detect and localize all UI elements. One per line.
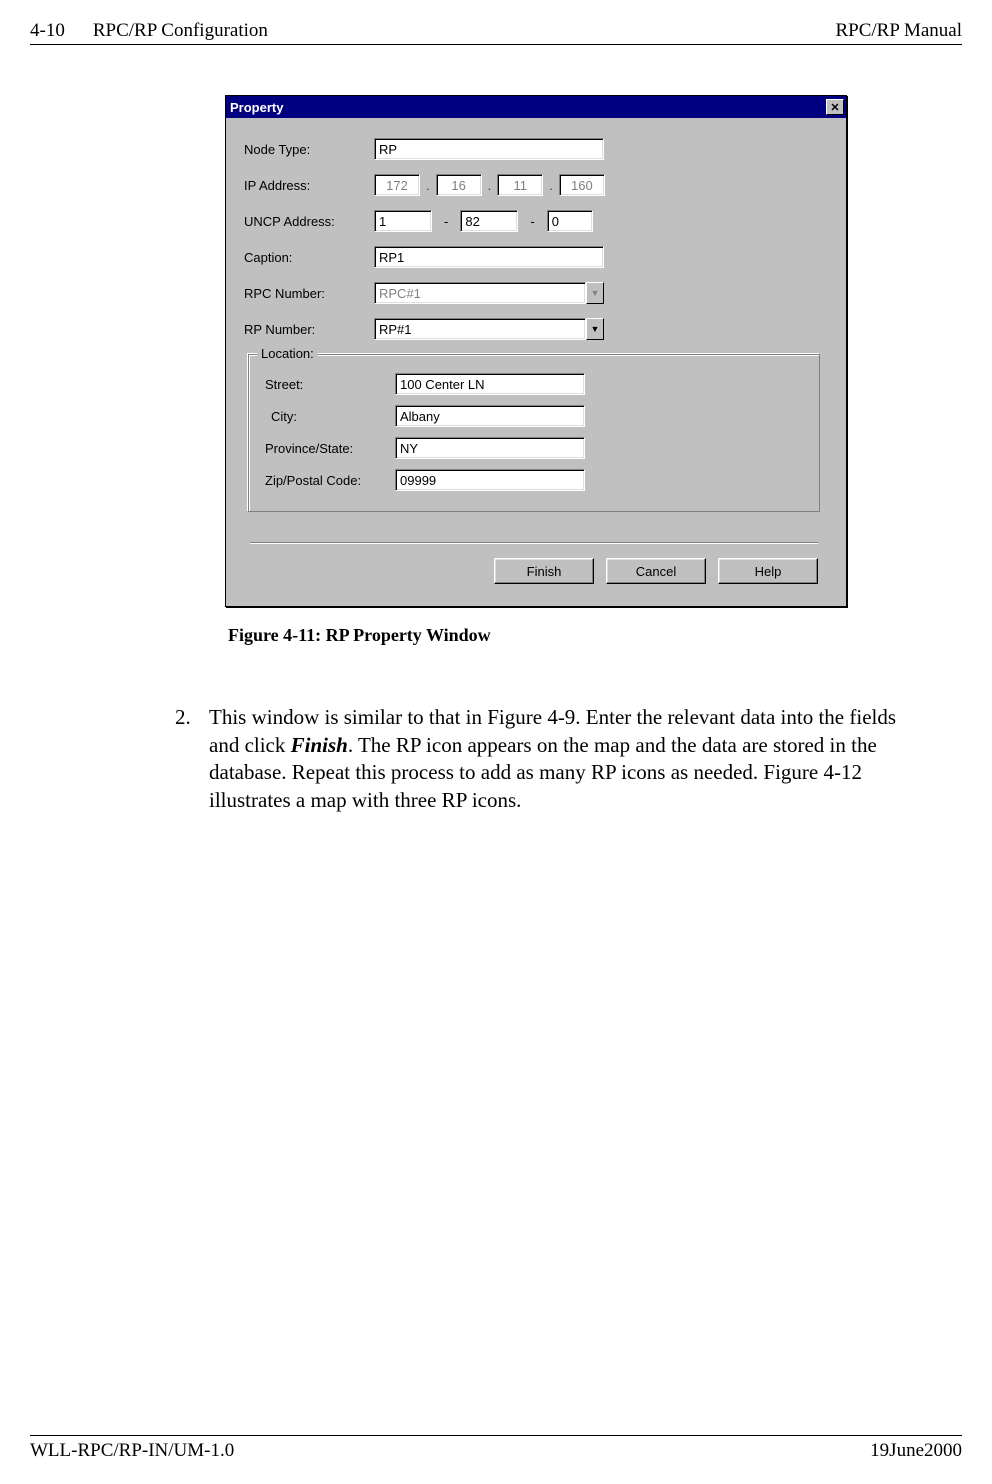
uncp-address-label: UNCP Address: — [244, 214, 374, 229]
list-number: 2. — [175, 704, 209, 815]
rp-number-combo[interactable]: RP#1 ▼ — [374, 318, 604, 340]
ip-seg-3: 11 — [497, 174, 543, 196]
dialog-screenshot: Property ✕ Node Type: RP IP Address: 172… — [225, 95, 847, 607]
city-label: City: — [265, 409, 395, 424]
body-text: 2. This window is similar to that in Fig… — [175, 704, 922, 815]
page-header: 4-10 RPC/RP Configuration RPC/RP Manual — [30, 20, 962, 45]
location-group-label: Location: — [257, 346, 318, 361]
city-input[interactable]: Albany — [395, 405, 585, 427]
zip-label: Zip/Postal Code: — [265, 473, 395, 488]
chevron-down-icon: ▼ — [586, 282, 604, 304]
close-icon[interactable]: ✕ — [826, 99, 844, 115]
chevron-down-icon[interactable]: ▼ — [586, 318, 604, 340]
separator — [250, 542, 818, 544]
uncp-seg-1[interactable]: 1 — [374, 210, 432, 232]
street-input[interactable]: 100 Center LN — [395, 373, 585, 395]
finish-button[interactable]: Finish — [494, 558, 594, 584]
figure-caption: Figure 4-11: RP Property Window — [228, 625, 962, 646]
page-footer: WLL-RPC/RP-IN/UM-1.0 19June2000 — [30, 1435, 962, 1462]
province-input[interactable]: NY — [395, 437, 585, 459]
titlebar: Property ✕ — [226, 96, 846, 118]
uncp-seg-2[interactable]: 82 — [460, 210, 518, 232]
caption-input[interactable]: RP1 — [374, 246, 604, 268]
node-type-label: Node Type: — [244, 142, 374, 157]
rpc-number-label: RPC Number: — [244, 286, 374, 301]
help-button[interactable]: Help — [718, 558, 818, 584]
rp-number-label: RP Number: — [244, 322, 374, 337]
zip-input[interactable]: 09999 — [395, 469, 585, 491]
footer-right: 19June2000 — [870, 1440, 962, 1462]
ip-seg-4: 160 — [559, 174, 605, 196]
uncp-seg-3[interactable]: 0 — [547, 210, 593, 232]
header-manual: RPC/RP Manual — [835, 20, 962, 42]
dialog-title: Property — [230, 100, 283, 115]
province-label: Province/State: — [265, 441, 395, 456]
ip-address-label: IP Address: — [244, 178, 374, 193]
header-page-num: 4-10 — [30, 20, 65, 42]
property-dialog: Property ✕ Node Type: RP IP Address: 172… — [225, 95, 847, 607]
rpc-number-value: RPC#1 — [374, 282, 586, 304]
list-content: This window is similar to that in Figure… — [209, 704, 922, 815]
cancel-button[interactable]: Cancel — [606, 558, 706, 584]
street-label: Street: — [265, 377, 395, 392]
rp-number-value[interactable]: RP#1 — [374, 318, 586, 340]
ip-seg-2: 16 — [436, 174, 482, 196]
ip-address-input: 172 . 16 . 11 . 160 — [374, 174, 605, 196]
ip-seg-1: 172 — [374, 174, 420, 196]
node-type-input[interactable]: RP — [374, 138, 604, 160]
header-section: RPC/RP Configuration — [93, 20, 268, 42]
uncp-address-input[interactable]: 1 - 82 - 0 — [374, 210, 593, 232]
location-groupbox: Location: Street: 100 Center LN City: Al… — [248, 354, 820, 512]
rpc-number-combo: RPC#1 ▼ — [374, 282, 604, 304]
button-row: Finish Cancel Help — [244, 558, 824, 594]
caption-label: Caption: — [244, 250, 374, 265]
footer-left: WLL-RPC/RP-IN/UM-1.0 — [30, 1440, 234, 1462]
